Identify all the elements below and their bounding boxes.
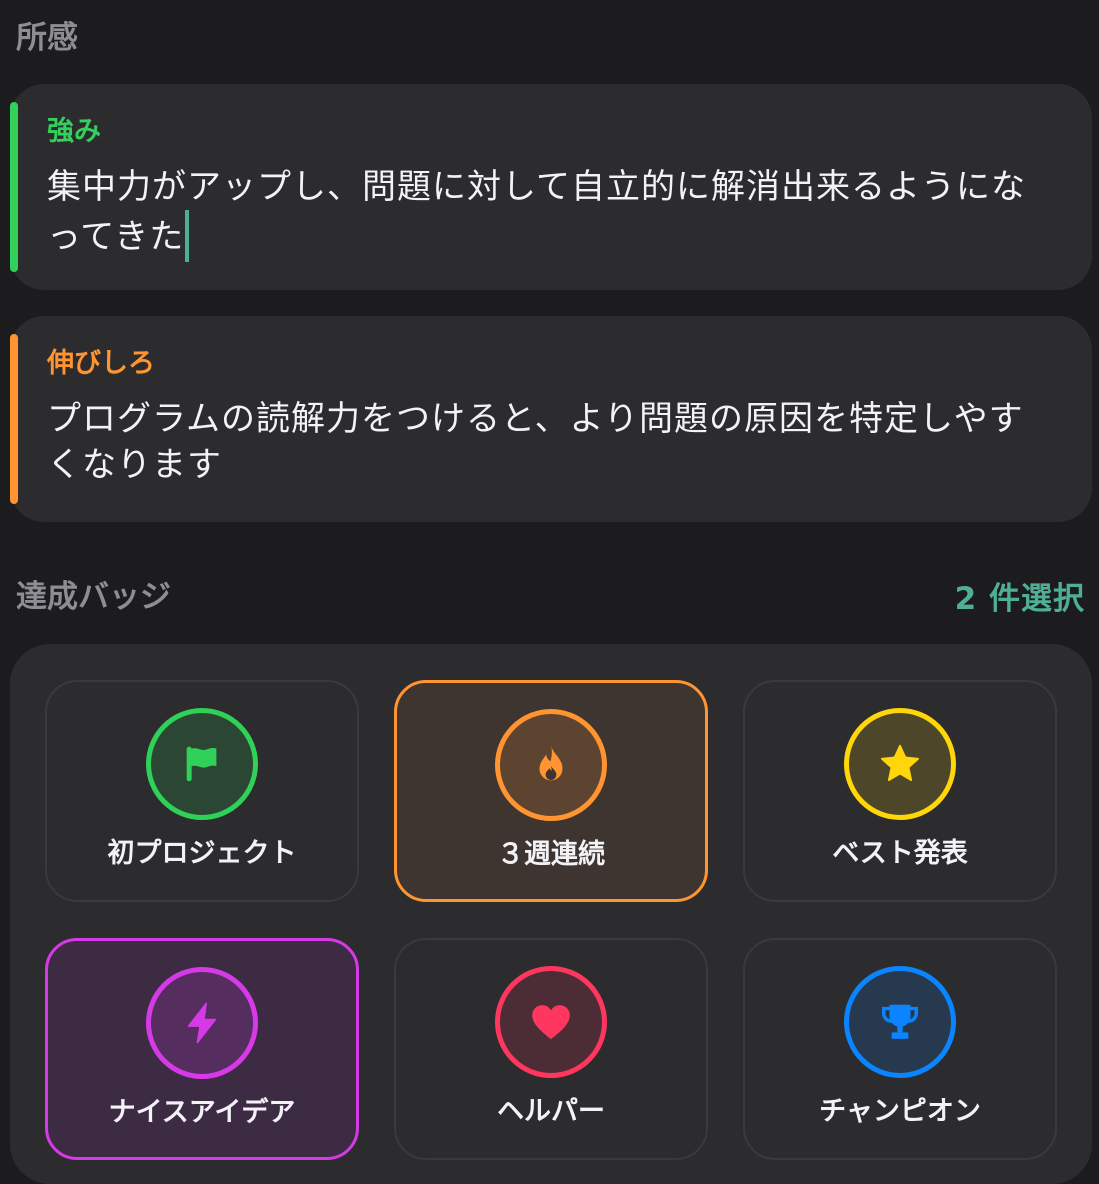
text-cursor (185, 210, 190, 262)
trophy-icon (881, 1004, 919, 1039)
badge-label: 初プロジェクト (107, 838, 297, 869)
badge-label: ヘルパー (497, 1096, 605, 1127)
badge-icon-ring (844, 966, 956, 1078)
impressions-title: 所感 (16, 20, 78, 56)
badge-icon-ring (844, 708, 956, 820)
growth-accent-bar (10, 334, 18, 504)
growth-text-field[interactable]: プログラムの読解力をつけると、より問題の原因を特定しやすくなります (47, 396, 1057, 488)
strength-text: 集中力がアップし、問題に対して自立的に解消出来るようになってきた (47, 167, 1026, 257)
growth-label: 伸びしろ (47, 348, 155, 379)
badge-nice-idea[interactable]: ナイスアイデア (45, 938, 359, 1160)
star-icon (881, 744, 919, 782)
strength-accent-bar (10, 102, 18, 272)
badge-best-presentation[interactable]: ベスト発表 (743, 680, 1057, 902)
heart-icon (532, 1005, 570, 1040)
badge-icon-ring (146, 708, 258, 820)
growth-text: プログラムの読解力をつけると、より問題の原因を特定しやすくなります (47, 399, 1024, 485)
badge-icon-ring (495, 966, 607, 1078)
flag-icon (186, 746, 217, 782)
badge-helper[interactable]: ヘルパー (394, 938, 708, 1160)
badge-label: チャンピオン (819, 1096, 981, 1127)
badge-label: ナイスアイデア (108, 1097, 296, 1128)
selected-count: 2 件選択 (954, 581, 1085, 617)
bolt-icon (187, 1002, 217, 1044)
strength-text-field[interactable]: 集中力がアップし、問題に対して自立的に解消出来るようになってきた (47, 164, 1057, 262)
badge-label: ベスト発表 (832, 838, 968, 869)
badge-champion[interactable]: チャンピオン (743, 938, 1057, 1160)
flame-icon (539, 745, 563, 781)
badge-three-week-streak[interactable]: ３週連続 (394, 680, 708, 902)
strength-card[interactable]: 強み 集中力がアップし、問題に対して自立的に解消出来るようになってきた (10, 84, 1092, 290)
badges-title: 達成バッジ (16, 579, 171, 615)
growth-card[interactable]: 伸びしろ プログラムの読解力をつけると、より問題の原因を特定しやすくなります (10, 316, 1092, 522)
badge-icon-ring (495, 709, 607, 821)
badge-grid: 初プロジェクト ３週連続 ベスト発表 ナイスアイデア ヘルパー チャンピオン (10, 644, 1092, 1184)
badge-label: ３週連続 (497, 839, 605, 870)
strength-label: 強み (47, 116, 101, 147)
badge-first-project[interactable]: 初プロジェクト (45, 680, 359, 902)
badge-icon-ring (146, 967, 258, 1079)
